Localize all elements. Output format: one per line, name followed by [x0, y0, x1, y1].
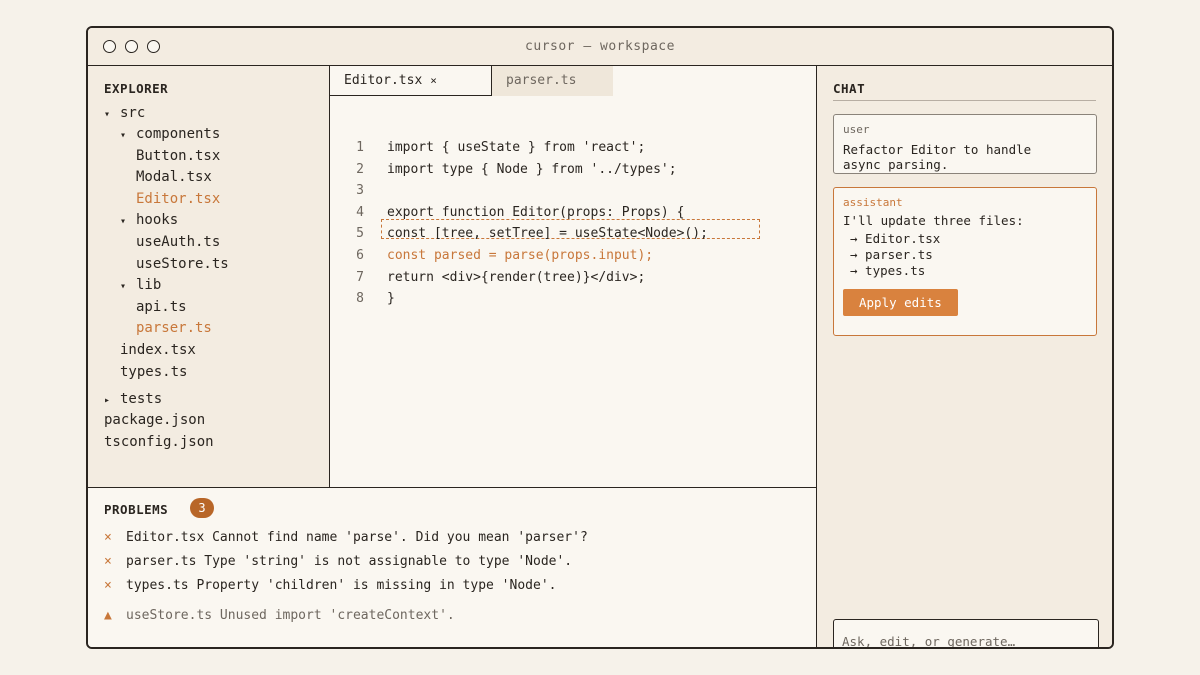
- message-role: assistant: [843, 196, 903, 209]
- app-window: cursor — workspace EXPLORER ▾ src ▾ compon…: [86, 26, 1114, 649]
- tree-folder-hooks[interactable]: ▾ hooks: [120, 211, 178, 231]
- tab-parser-ts[interactable]: parser.ts: [492, 66, 613, 96]
- tree-file-useauth-ts[interactable]: useAuth.ts: [136, 233, 220, 251]
- tree-file-index-tsx[interactable]: index.tsx: [120, 341, 196, 359]
- title-bar: cursor — workspace: [88, 28, 1112, 66]
- tree-folder-src[interactable]: ▾ src: [104, 104, 145, 124]
- assistant-message: assistant I'll update three files: → Edi…: [833, 187, 1097, 336]
- tree-file-modal-tsx[interactable]: Modal.tsx: [136, 168, 212, 186]
- tree-folder-lib[interactable]: ▾ lib: [120, 276, 161, 296]
- edit-file-item: → types.ts: [850, 263, 926, 278]
- problems-panel: PROBLEMS 3 × Editor.tsx Cannot find name …: [88, 487, 816, 647]
- chat-panel: CHAT user Refactor Editor to handle asyn…: [816, 66, 1112, 647]
- close-tab-icon[interactable]: ×: [430, 74, 437, 87]
- problem-item[interactable]: × parser.ts Type 'string' is not assignab…: [104, 554, 572, 569]
- tree-file-package-json[interactable]: package.json: [104, 411, 205, 429]
- explorer-heading: EXPLORER: [104, 81, 169, 96]
- edit-file-item: → Editor.tsx: [850, 231, 941, 246]
- tree-file-editor-tsx[interactable]: Editor.tsx: [136, 190, 220, 208]
- problems-count-badge: 3: [190, 498, 214, 518]
- tree-file-usestore-ts[interactable]: useStore.ts: [136, 255, 229, 273]
- tree-file-types-ts[interactable]: types.ts: [120, 363, 187, 381]
- problems-heading: PROBLEMS: [104, 502, 169, 517]
- tree-file-button-tsx[interactable]: Button.tsx: [136, 147, 220, 165]
- message-line: Refactor Editor to handle: [843, 142, 1032, 157]
- error-icon: ×: [104, 578, 112, 593]
- tree-file-tsconfig-json[interactable]: tsconfig.json: [104, 433, 214, 451]
- window-title: cursor — workspace: [525, 39, 675, 54]
- tree-folder-tests[interactable]: ▸ tests: [104, 390, 162, 410]
- apply-edits-button[interactable]: Apply edits: [843, 289, 958, 316]
- chat-input[interactable]: [833, 619, 1099, 647]
- problem-item-warning[interactable]: ▲ useStore.ts Unused import 'createContex…: [104, 608, 455, 623]
- chevron-right-icon: ▸: [104, 395, 111, 406]
- message-intro: I'll update three files:: [843, 213, 1024, 228]
- error-icon: ×: [104, 530, 112, 545]
- error-icon: ×: [104, 554, 112, 569]
- problem-item[interactable]: × Editor.tsx Cannot find name 'parse'. Di…: [104, 530, 588, 545]
- explorer-panel: EXPLORER ▾ src ▾ components Button.tsx Mod…: [88, 66, 330, 487]
- problem-item[interactable]: × types.ts Property 'children' is missing…: [104, 578, 556, 593]
- chevron-down-icon: ▾: [120, 130, 127, 141]
- user-message: user Refactor Editor to handle async par…: [833, 114, 1097, 174]
- edit-file-item: → parser.ts: [850, 247, 933, 262]
- chevron-down-icon: ▾: [120, 281, 127, 292]
- chat-divider: [833, 100, 1096, 101]
- tab-editor-tsx[interactable]: Editor.tsx ×: [330, 66, 492, 96]
- tree-file-parser-ts[interactable]: parser.ts: [136, 319, 212, 337]
- chevron-down-icon: ▾: [104, 109, 111, 120]
- tree-file-api-ts[interactable]: api.ts: [136, 298, 187, 316]
- warning-icon: ▲: [104, 608, 112, 623]
- chat-heading: CHAT: [833, 81, 866, 96]
- chevron-down-icon: ▾: [120, 216, 127, 227]
- message-role: user: [843, 123, 870, 136]
- tree-folder-components[interactable]: ▾ components: [120, 125, 220, 145]
- message-line: async parsing.: [843, 157, 949, 172]
- code-editor[interactable]: Editor.tsx × parser.ts 1 import { useState…: [330, 66, 816, 487]
